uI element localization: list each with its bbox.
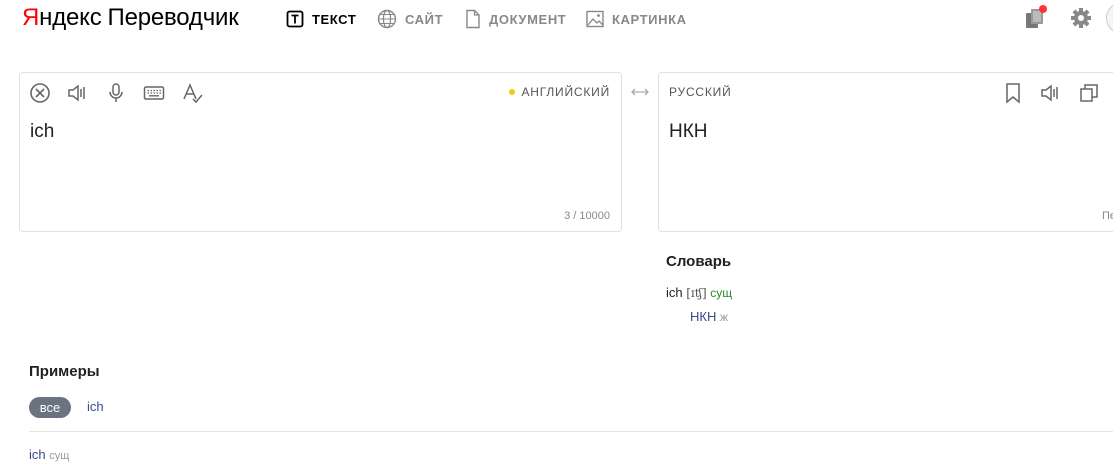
dictionary-title: Словарь [666,253,732,270]
tab-text[interactable]: ТЕКСТ [286,8,356,30]
logo-product: Переводчик [107,4,239,31]
virtual-keyboard-button[interactable] [142,81,166,105]
clear-icon [30,83,50,103]
logo-brand: ндекс [39,4,102,31]
source-panel: АНГЛИЙСКИЙ ich 3 / 10000 [19,72,622,232]
source-language-label: АНГЛИЙСКИЙ [521,85,610,99]
target-panel: РУССКИЙ НКН Пе [658,72,1113,232]
tab-image[interactable]: КАРТИНКА [586,8,687,30]
tab-document-label: ДОКУМЕНТ [489,11,567,27]
language-detected-dot [509,88,516,95]
translation-footer-text[interactable]: Пе [1102,210,1113,222]
spellcheck-button[interactable] [180,81,204,105]
voice-input-button[interactable] [104,81,128,105]
globe-icon [377,9,397,29]
copy-icon [1080,84,1098,102]
dictionary-headword: ich [666,285,683,300]
speaker-icon [1041,84,1058,102]
source-text-input[interactable]: ich [30,121,54,143]
collections-button[interactable] [1023,5,1049,31]
clear-button[interactable] [28,81,52,105]
tab-text-label: ТЕКСТ [312,11,357,27]
keyboard-icon [143,86,165,100]
target-language-label: РУССКИЙ [669,85,732,99]
microphone-icon [109,83,123,102]
tab-site-label: САЙТ [405,11,444,27]
dictionary-transcription: [ɪʧ] [686,286,707,300]
examples-filter-all[interactable]: все [29,397,71,418]
swap-languages-icon[interactable] [630,85,650,99]
character-counter: 3 / 10000 [564,210,610,222]
gear-icon [1071,8,1091,28]
settings-button[interactable] [1068,5,1094,31]
tab-document[interactable]: ДОКУМЕНТ [465,8,566,30]
text-icon [286,10,304,28]
source-language-selector[interactable]: АНГЛИЙСКИЙ [509,85,610,99]
examples-title: Примеры [29,363,100,380]
dictionary-translation-row: НКН ж [690,309,728,324]
dictionary-gender: ж [719,310,729,324]
image-icon [586,10,604,28]
tab-site[interactable]: САЙТ [377,8,443,30]
dictionary-entry: ich [ɪʧ] сущ [666,285,732,300]
avatar[interactable] [1106,2,1113,34]
notification-dot [1039,5,1047,13]
logo[interactable]: Яндекс Переводчик [22,4,239,32]
copy-button[interactable] [1077,81,1101,105]
listen-target-button[interactable] [1039,81,1063,105]
dictionary-translation[interactable]: НКН [690,309,716,324]
bookmark-button[interactable] [1001,81,1025,105]
divider [29,431,1113,432]
logo-brand-first-letter: Я [22,4,40,31]
example-entry: ich сущ [29,447,69,462]
speaker-icon [68,84,85,102]
translation-output: НКН [669,121,708,142]
examples-filter-word[interactable]: ich [87,399,104,414]
target-language-selector[interactable]: РУССКИЙ [669,85,732,99]
listen-source-button[interactable] [66,81,90,105]
tab-image-label: КАРТИНКА [612,11,687,27]
example-word[interactable]: ich [29,447,46,462]
spellcheck-icon [183,83,203,104]
dictionary-pos: сущ [710,286,733,300]
document-icon [466,9,480,29]
example-pos: сущ [49,450,70,462]
bookmark-icon [1006,83,1020,104]
